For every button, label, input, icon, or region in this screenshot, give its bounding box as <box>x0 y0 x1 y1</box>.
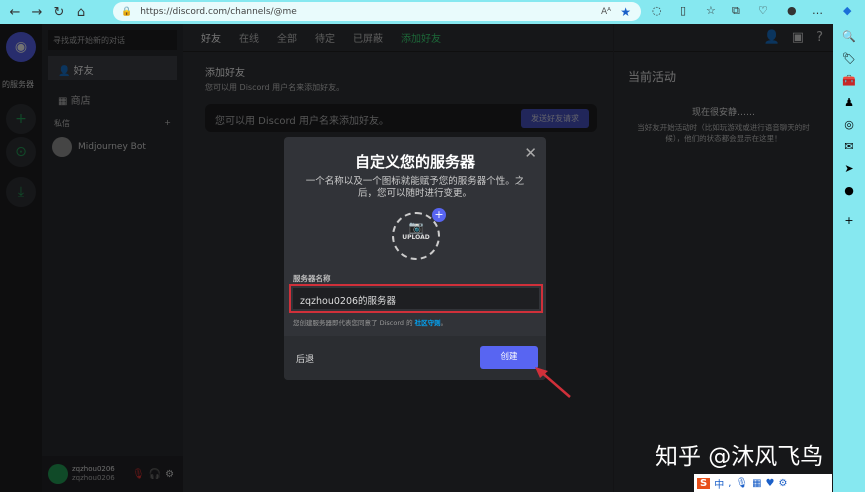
explore-icon[interactable]: ⊙ <box>6 137 36 167</box>
tab-friends: 好友 <box>201 34 221 45</box>
sidebar-item-store[interactable]: ▦ 商店 <box>48 86 177 110</box>
performance-icon[interactable]: ♡ <box>758 4 768 17</box>
terms-prefix: 您创建服务器即代表您同意了 Discord 的 <box>293 319 415 327</box>
plus-icon: + <box>432 208 446 222</box>
favorite-star-icon[interactable]: ★ <box>620 5 631 19</box>
sidebar-item-friends[interactable]: 👤 好友 <box>48 56 177 80</box>
terms-text: 您创建服务器即代表您同意了 Discord 的 社区守则。 <box>293 317 447 327</box>
activity-quiet: 现在很安静…… <box>691 108 755 118</box>
inbox-icon[interactable]: ▣ <box>792 30 804 45</box>
community-guidelines-link[interactable]: 社区守则 <box>415 319 441 327</box>
server-name-input[interactable]: zqzhou0206的服务器 <box>293 288 539 309</box>
forward-icon[interactable]: → <box>26 5 48 20</box>
extension-icon[interactable]: ◌ <box>652 4 662 17</box>
upload-icon-button[interactable]: 📷 UPLOAD + <box>392 208 446 260</box>
dm-header: 私信 <box>54 119 70 128</box>
address-bar[interactable]: 🔒 https://discord.com/channels/@me Aᴬ ★ <box>113 2 641 21</box>
create-server-modal: ✕ 自定义您的服务器 一个名称以及一个图标就能赋予您的服务器个性。之后，您可以随… <box>284 137 546 380</box>
send-request-button[interactable]: 发送好友请求 <box>521 109 589 128</box>
search-input[interactable]: 寻找或开始新的对话 <box>48 30 177 50</box>
refresh-icon[interactable]: ↻ <box>48 5 70 20</box>
tools-icon[interactable]: 🧰 <box>833 74 865 96</box>
collections-icon[interactable]: ⧉ <box>732 4 740 18</box>
drop-icon[interactable]: ➤ <box>833 162 865 184</box>
upload-label: UPLOAD <box>402 234 430 241</box>
add-friend-desc: 您可以用 Discord 用户名来添加好友。 <box>205 83 345 92</box>
add-friend-placeholder: 您可以用 Discord 用户名来添加好友。 <box>215 116 389 127</box>
server-item[interactable]: 的服务器 <box>2 79 34 90</box>
close-icon[interactable]: ✕ <box>524 144 537 162</box>
tab-online[interactable]: 在线 <box>239 30 259 45</box>
shopping-icon[interactable]: 🏷 <box>833 52 865 74</box>
outlook-icon[interactable]: ✉ <box>833 140 865 162</box>
tab-add-friend[interactable]: 添加好友 <box>401 30 441 45</box>
edge-sidebar: 🔍 🏷 🧰 ♟ ◎ ✉ ➤ ● + <box>833 24 865 492</box>
add-friend-input[interactable]: 您可以用 Discord 用户名来添加好友。 发送好友请求 <box>205 104 597 132</box>
search-icon[interactable]: 🔍 <box>833 30 865 52</box>
user-tag: zqzhou0206 <box>72 474 115 482</box>
toolbox-icon[interactable]: ⚙ <box>779 478 788 489</box>
modal-subtitle: 一个名称以及一个图标就能赋予您的服务器个性。之后，您可以随时进行变更。 <box>305 176 525 199</box>
url-text: https://discord.com/channels/@me <box>140 6 297 17</box>
games-icon[interactable]: ♟ <box>833 96 865 118</box>
activity-title: 当前活动 <box>628 70 677 84</box>
home-icon[interactable]: ⌂ <box>70 5 92 20</box>
modal-footer: 后退 创建 <box>284 336 546 380</box>
mic-icon[interactable]: 🎙 <box>735 478 748 489</box>
terms-suffix: 。 <box>440 319 448 327</box>
new-group-dm-icon[interactable]: 👤 <box>764 30 780 45</box>
headphones-icon[interactable]: 🎧 <box>149 469 161 480</box>
keyboard-icon[interactable]: ▦ <box>752 478 761 489</box>
channel-list: 寻找或开始新的对话 👤 好友 ▦ 商店 私信 + Midjourney Bot z… <box>42 24 183 492</box>
split-screen-icon[interactable]: ▯ <box>680 4 686 17</box>
server-rail: ◉ 的服务器 + ⊙ ⤓ <box>0 24 42 492</box>
friends-label: 好友 <box>73 66 94 77</box>
favorites-icon[interactable]: ☆ <box>706 4 716 17</box>
avatar <box>52 137 72 157</box>
user-avatar[interactable] <box>48 464 68 484</box>
more-icon[interactable]: … <box>812 4 823 17</box>
back-button[interactable]: 后退 <box>296 352 314 365</box>
ime-mode[interactable]: 中 <box>714 476 724 491</box>
watermark: 知乎 @沐风飞鸟 <box>655 444 824 470</box>
help-icon[interactable]: ? <box>816 30 823 45</box>
add-friend-title: 添加好友 <box>205 68 245 79</box>
red-arrow-annotation <box>535 367 571 398</box>
dm-item[interactable]: Midjourney Bot <box>52 137 173 157</box>
sogou-icon[interactable]: S <box>697 477 711 489</box>
spotify-icon[interactable]: ● <box>833 184 865 206</box>
back-icon[interactable]: ← <box>4 5 26 20</box>
punctuation-icon[interactable]: , <box>728 478 731 489</box>
lock-icon: 🔒 <box>121 6 133 17</box>
tab-blocked[interactable]: 已屏蔽 <box>353 30 383 45</box>
ime-toolbar: S 中, 🎙 ▦ ♥ ⚙ <box>694 474 832 492</box>
activity-desc: 当好友开始活动时（比如玩游戏或进行语音聊天的时候），他们的状态都会显示在这里！ <box>637 123 810 143</box>
tab-all[interactable]: 全部 <box>277 30 297 45</box>
add-dm-button[interactable]: + <box>164 118 171 129</box>
add-icon[interactable]: + <box>833 214 865 236</box>
download-icon[interactable]: ⤓ <box>6 177 36 207</box>
discord-home-icon[interactable]: ◉ <box>6 32 36 62</box>
profile-avatar[interactable]: ● <box>787 4 797 17</box>
server-name-label: 服务器名称 <box>293 274 331 283</box>
mic-muted-icon[interactable]: 🎙 <box>132 469 145 480</box>
settings-gear-icon[interactable]: ⚙ <box>165 469 174 480</box>
microsoft365-icon[interactable]: ◎ <box>833 118 865 140</box>
skin-icon[interactable]: ♥ <box>766 478 775 489</box>
username: zqzhou0206 <box>72 465 115 473</box>
store-label: 商店 <box>70 96 91 107</box>
modal-title: 自定义您的服务器 <box>354 153 475 171</box>
copilot-icon[interactable]: ◆ <box>843 4 851 17</box>
browser-toolbar: ← → ↻ ⌂ 🔒 https://discord.com/channels/@… <box>0 0 865 24</box>
read-aloud-icon[interactable]: Aᴬ <box>601 7 611 17</box>
camera-icon: 📷 <box>408 220 424 234</box>
tab-pending[interactable]: 待定 <box>315 30 335 45</box>
user-panel: zqzhou0206 zqzhou0206 🎙 🎧 ⚙ <box>42 456 183 492</box>
dm-name: Midjourney Bot <box>78 142 146 152</box>
add-server-icon[interactable]: + <box>6 104 36 134</box>
